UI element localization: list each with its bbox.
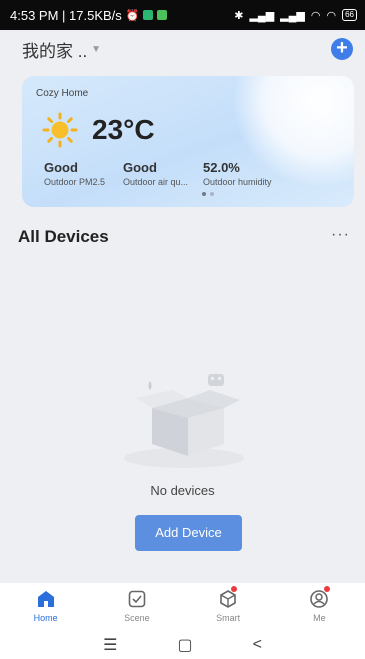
home-square-icon[interactable]: ▢ — [177, 635, 192, 655]
notification-badge — [323, 586, 330, 592]
tab-scene[interactable]: Scene — [91, 583, 182, 631]
checkbox-icon — [128, 590, 146, 608]
metric-pm25: Good Outdoor PM2.5 — [44, 160, 105, 187]
tab-label: Smart — [216, 613, 241, 623]
status-bar: 4:53 PM | 17.5KB/s ⏰ ✱ ▂▄▆ ▂▄▆ ◠ ◠ 66 — [0, 0, 365, 30]
app-notification-icon — [143, 10, 154, 20]
tab-home[interactable]: Home — [0, 583, 91, 631]
alarm-icon: ⏰ — [125, 9, 140, 22]
notification-badge — [230, 586, 237, 592]
tab-smart[interactable]: Smart — [183, 583, 274, 631]
tab-label: Home — [33, 613, 58, 623]
add-icon[interactable]: + — [331, 38, 353, 60]
weather-card[interactable]: Cozy Home 23°C Good Outdoor PM2.5 Good O… — [22, 76, 354, 207]
empty-box-illustration — [124, 374, 244, 468]
metric-value: Good — [44, 160, 78, 175]
tab-label: Scene — [124, 613, 150, 623]
signal-icon: ▂▄▆ — [249, 9, 275, 22]
bluetooth-icon: ✱ — [234, 9, 244, 22]
page-dot-active — [202, 192, 206, 196]
profile-icon — [310, 590, 329, 608]
metric-value: 52.0% — [203, 160, 240, 175]
more-options-icon[interactable]: ··· — [331, 226, 350, 244]
tab-me[interactable]: Me — [274, 583, 365, 631]
metric-label: Outdoor PM2.5 — [44, 177, 106, 187]
wifi-icon-2: ◠ — [326, 9, 337, 22]
wifi-icon: ◠ — [310, 9, 321, 22]
metric-label: Outdoor humidity — [203, 177, 272, 187]
cube-icon — [220, 590, 236, 608]
home-name-label: 我的家 .. — [22, 41, 88, 61]
empty-state-text: No devices — [150, 483, 215, 498]
weather-card-title: Cozy Home — [36, 88, 89, 99]
temperature: 23°C — [92, 114, 155, 145]
page-dot — [210, 192, 214, 196]
metric-air-quality: Good Outdoor air qu... — [123, 160, 188, 187]
metric-value: Good — [123, 160, 157, 175]
menu-icon[interactable]: ☰ — [103, 635, 117, 655]
sun-icon — [42, 112, 78, 148]
metric-label: Outdoor air qu... — [123, 177, 189, 187]
home-icon — [37, 591, 54, 607]
section-title: All Devices — [18, 227, 109, 246]
top-bar: 我的家 .. ▼ + — [0, 32, 365, 66]
status-time: 4:53 PM | 17.5KB/s — [10, 7, 122, 23]
home-selector[interactable]: 我的家 .. ▼ — [22, 37, 101, 62]
bottom-tab-bar: Home Scene Smart Me — [0, 583, 365, 631]
battery-icon: 66 — [342, 9, 357, 21]
system-nav-bar: ☰ ▢ < — [0, 631, 365, 659]
page-indicator — [202, 192, 214, 196]
message-notification-icon — [157, 10, 168, 20]
tab-label: Me — [313, 613, 326, 623]
metric-humidity: 52.0% Outdoor humidity — [203, 160, 272, 187]
add-device-button[interactable]: Add Device — [135, 515, 242, 551]
back-icon[interactable]: < — [253, 636, 262, 654]
signal-icon-2: ▂▄▆ — [280, 9, 305, 22]
chevron-down-icon: ▼ — [91, 43, 102, 55]
